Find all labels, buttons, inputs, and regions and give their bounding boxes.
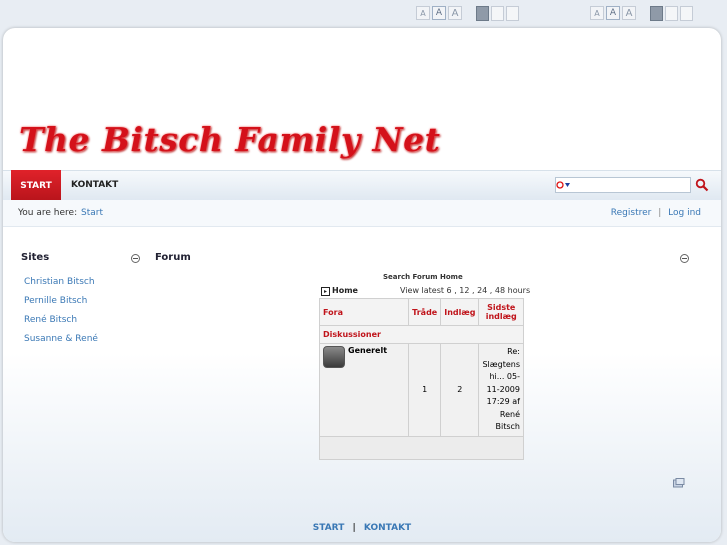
font-medium-button[interactable]: A	[606, 6, 620, 20]
forum-row: Generelt 1 2 Re: Slægtens hi... 05-11-20…	[318, 343, 524, 437]
forum-last-post[interactable]: Re: Slægtens hi... 05-11-2009 17:29 af R…	[478, 343, 524, 437]
account-links: Registrer | Log ind	[611, 208, 701, 218]
collapse-forum-icon[interactable]	[680, 254, 689, 263]
site-link[interactable]: Pernille Bitsch	[24, 296, 87, 306]
footer-kontakt-link[interactable]: KONTAKT	[364, 523, 411, 533]
header-fora[interactable]: Fora	[318, 298, 410, 326]
width-wide-button[interactable]	[680, 5, 693, 21]
forum-table-footer	[319, 435, 524, 460]
font-small-button[interactable]: A	[416, 6, 430, 20]
register-link[interactable]: Registrer	[611, 208, 652, 218]
site-link[interactable]: René Bitsch	[24, 315, 77, 325]
header-sidste-indlaeg[interactable]: Sidste indlæg	[478, 298, 524, 326]
font-size-controls-left: A A A	[416, 5, 519, 21]
rss-feed-icon[interactable]	[673, 473, 685, 488]
view-latest-links[interactable]: View latest 6 , 12 , 24 , 48 hours	[400, 286, 530, 295]
header-traade[interactable]: Tråde	[408, 298, 442, 326]
width-wide-button[interactable]	[506, 5, 519, 21]
breadcrumb: You are here: Start Registrer | Log ind	[3, 200, 721, 227]
forum-home-label: Home	[332, 286, 358, 295]
footer-navigation: START | KONTAKT	[3, 523, 721, 533]
width-medium-button[interactable]	[491, 5, 504, 21]
forum-home-icon: ▸	[321, 287, 330, 296]
search-icon[interactable]	[695, 177, 711, 193]
site-link[interactable]: Susanne & René	[24, 334, 98, 344]
forum-table-header: Fora Tråde Indlæg Sidste indlæg	[318, 298, 524, 326]
forum-name-cell: Generelt	[318, 343, 410, 437]
font-size-controls-right: A A A	[590, 5, 693, 21]
separator: |	[658, 208, 662, 218]
forum-thread-count: 1	[408, 343, 442, 437]
sites-heading: Sites	[21, 252, 50, 263]
forum-table: Fora Tråde Indlæg Sidste indlæg Diskussi…	[318, 298, 524, 460]
header-indlaeg[interactable]: Indlæg	[440, 298, 480, 326]
breadcrumb-label: You are here:	[18, 208, 78, 218]
forum-heading: Forum	[155, 252, 191, 263]
site-title-logo[interactable]: The Bitsch Family Net	[19, 120, 440, 159]
forum-post-count: 2	[440, 343, 480, 437]
width-narrow-button[interactable]	[650, 5, 663, 21]
main-navigation: START KONTAKT	[3, 170, 721, 202]
font-large-button[interactable]: A	[622, 6, 636, 20]
forum-name-link[interactable]: Generelt	[348, 346, 387, 355]
font-small-button[interactable]: A	[590, 6, 604, 20]
footer-separator: |	[352, 523, 356, 533]
login-link[interactable]: Log ind	[668, 208, 701, 218]
width-medium-button[interactable]	[665, 5, 678, 21]
breadcrumb-home-link[interactable]: Start	[81, 208, 103, 218]
search-input[interactable]	[555, 177, 691, 193]
forum-folder-icon	[323, 346, 345, 368]
width-narrow-button[interactable]	[476, 5, 489, 21]
forum-home-link[interactable]: ▸ Home	[321, 286, 358, 296]
font-medium-button[interactable]: A	[432, 6, 446, 20]
collapse-sites-icon[interactable]	[131, 254, 140, 263]
site-link[interactable]: Christian Bitsch	[24, 277, 95, 287]
search-forum-link[interactable]: Search Forum Home	[383, 273, 463, 281]
font-large-button[interactable]: A	[448, 6, 462, 20]
category-diskussioner[interactable]: Diskussioner	[319, 325, 524, 344]
page-container: The Bitsch Family Net START KONTAKT You …	[3, 28, 721, 542]
nav-kontakt-tab[interactable]: KONTAKT	[71, 180, 118, 190]
search-options-icon[interactable]	[556, 181, 572, 192]
footer-cell	[319, 435, 524, 460]
forum-category-row: Diskussioner	[319, 325, 524, 344]
footer-start-link[interactable]: START	[313, 523, 345, 533]
nav-start-tab[interactable]: START	[11, 170, 61, 201]
